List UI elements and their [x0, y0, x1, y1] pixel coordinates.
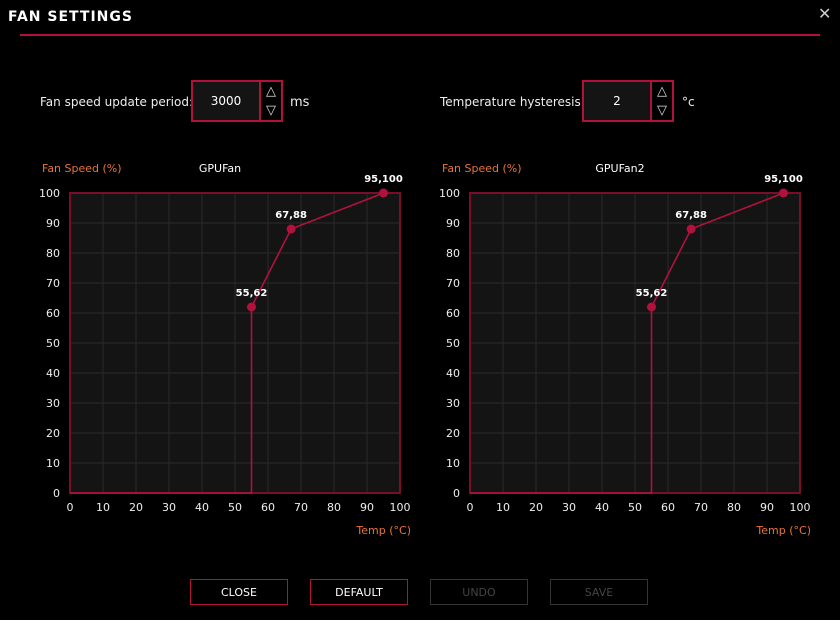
y-tick-label: 50: [446, 337, 460, 350]
y-tick-label: 80: [446, 247, 460, 260]
chart-title: GPUFan: [199, 162, 241, 175]
update-period-input[interactable]: 3000: [193, 82, 261, 120]
curve-point-handle[interactable]: [686, 224, 696, 234]
point-label: 67,88: [275, 210, 307, 221]
x-tick-label: 20: [129, 501, 143, 514]
x-tick-label: 60: [261, 501, 275, 514]
hysteresis-unit: °c: [682, 95, 695, 109]
y-tick-label: 60: [46, 307, 60, 320]
x-tick-label: 40: [195, 501, 209, 514]
decrement-arrow-icon[interactable]: ▽: [657, 103, 667, 118]
increment-arrow-icon[interactable]: △: [266, 84, 276, 99]
y-tick-label: 100: [39, 187, 60, 200]
y-tick-label: 90: [446, 217, 460, 230]
x-tick-label: 30: [562, 501, 576, 514]
x-tick-label: 90: [760, 501, 774, 514]
undo-button[interactable]: UNDO: [430, 579, 528, 605]
curve-point-handle[interactable]: [247, 302, 256, 312]
y-tick-label: 10: [46, 457, 60, 470]
x-tick-label: 0: [467, 501, 474, 514]
y-tick-label: 40: [446, 367, 460, 380]
x-axis-label: Temp (°C): [755, 524, 811, 537]
y-tick-label: 0: [453, 487, 460, 500]
window-title: FAN SETTINGS: [8, 9, 133, 25]
y-tick-label: 60: [446, 307, 460, 320]
y-tick-label: 30: [46, 397, 60, 410]
hysteresis-stepper[interactable]: 2 △ ▽: [582, 80, 674, 122]
title-divider: [20, 34, 820, 36]
point-label: 55,62: [236, 288, 268, 299]
x-tick-label: 60: [661, 501, 675, 514]
point-label: 95,100: [764, 174, 803, 185]
x-tick-label: 10: [496, 501, 510, 514]
point-label: 67,88: [675, 210, 707, 221]
y-tick-label: 50: [46, 337, 60, 350]
update-period-unit: ms: [290, 95, 310, 110]
chart-title: GPUFan2: [595, 162, 644, 175]
decrement-arrow-icon[interactable]: ▽: [266, 103, 276, 118]
point-label: 95,100: [364, 174, 403, 185]
x-tick-label: 80: [327, 501, 341, 514]
y-tick-label: 70: [446, 277, 460, 290]
y-axis-label: Fan Speed (%): [42, 162, 122, 175]
curve-point-handle[interactable]: [379, 188, 388, 198]
y-tick-label: 90: [46, 217, 60, 230]
x-tick-label: 10: [96, 501, 110, 514]
hysteresis-input[interactable]: 2: [584, 82, 652, 120]
x-tick-label: 90: [360, 501, 374, 514]
x-tick-label: 70: [294, 501, 308, 514]
curve-point-handle[interactable]: [779, 188, 788, 198]
save-button[interactable]: SAVE: [550, 579, 648, 605]
hysteresis-label: Temperature hysteresis:: [440, 95, 585, 109]
y-tick-label: 10: [446, 457, 460, 470]
update-period-label: Fan speed update period:: [40, 95, 194, 109]
fan-curve-chart-gpufan2[interactable]: Fan Speed (%) GPUFan2 0 10 20 30 40 50 60 70 80 90 1…: [400, 150, 820, 550]
close-button[interactable]: CLOSE: [190, 579, 288, 605]
close-x-icon[interactable]: ✕: [818, 4, 831, 23]
fan-curve-chart-gpufan[interactable]: Fan Speed (%) GPUFan 0 10 20 30 40 50 60 70 80 90 10…: [0, 150, 420, 550]
x-tick-label: 20: [529, 501, 543, 514]
x-tick-label: 50: [628, 501, 642, 514]
y-tick-label: 70: [46, 277, 60, 290]
point-label: 55,62: [636, 288, 668, 299]
curve-point-handle[interactable]: [286, 224, 296, 234]
y-tick-label: 20: [46, 427, 60, 440]
x-tick-label: 80: [727, 501, 741, 514]
y-axis-label: Fan Speed (%): [442, 162, 522, 175]
y-tick-label: 30: [446, 397, 460, 410]
increment-arrow-icon[interactable]: △: [657, 84, 667, 99]
x-tick-label: 100: [790, 501, 811, 514]
x-tick-label: 70: [694, 501, 708, 514]
x-tick-label: 0: [67, 501, 74, 514]
y-tick-label: 20: [446, 427, 460, 440]
y-tick-label: 40: [46, 367, 60, 380]
x-tick-label: 40: [595, 501, 609, 514]
default-button[interactable]: DEFAULT: [310, 579, 408, 605]
update-period-stepper[interactable]: 3000 △ ▽: [191, 80, 283, 122]
x-tick-label: 50: [228, 501, 242, 514]
y-tick-label: 0: [53, 487, 60, 500]
curve-point-handle[interactable]: [647, 302, 656, 312]
y-tick-label: 80: [46, 247, 60, 260]
y-tick-label: 100: [439, 187, 460, 200]
x-tick-label: 30: [162, 501, 176, 514]
